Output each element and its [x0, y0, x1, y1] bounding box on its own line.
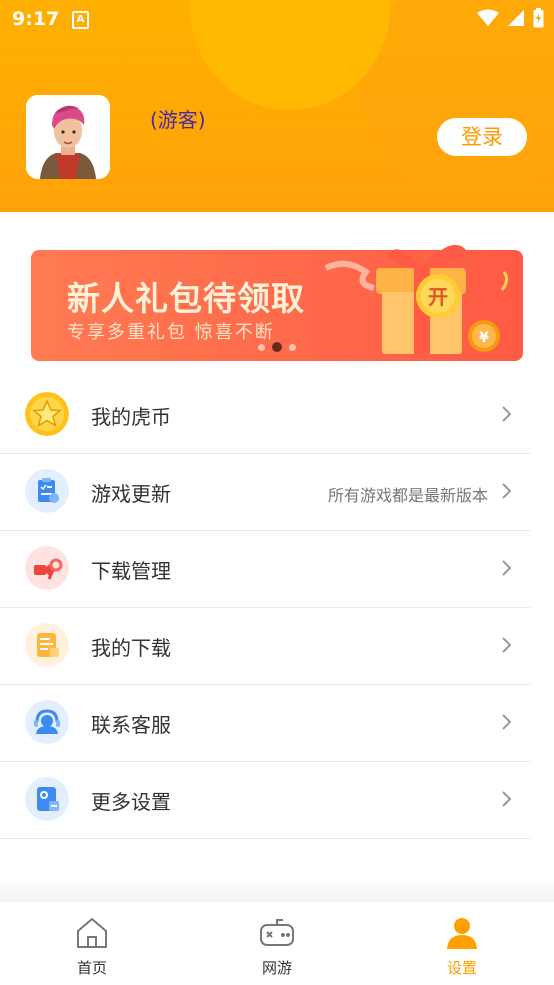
avatar[interactable]	[26, 95, 110, 179]
customer-service-icon	[25, 700, 69, 744]
chevron-right-icon	[502, 406, 512, 422]
gamepad-icon	[260, 919, 294, 946]
home-icon	[77, 918, 107, 948]
login-button[interactable]: 登录	[437, 118, 527, 156]
update-clipboard-icon	[25, 469, 69, 513]
coin-symbol: ¥	[479, 330, 489, 346]
bottom-nav: 首页 网游 设置	[0, 902, 554, 985]
nav-item-online-games[interactable]: 网游	[217, 902, 337, 985]
status-time: 9:17	[12, 8, 60, 30]
nav-label: 首页	[76, 959, 107, 977]
chevron-right-icon	[502, 637, 512, 653]
banner-subtitle: 专享多重礼包 惊喜不断	[67, 322, 275, 343]
banner-title: 新人礼包待领取	[67, 279, 305, 318]
status-bar: 9:17 A	[0, 0, 554, 40]
gift-badge-text: 开	[428, 285, 448, 309]
menu-item-more-settings[interactable]: 更多设置	[0, 762, 530, 839]
gift-box-icon: 开 ¥	[324, 244, 509, 354]
my-download-icon	[25, 623, 69, 667]
menu-item-customer-service[interactable]: 联系客服	[0, 685, 530, 762]
chevron-right-icon	[502, 714, 512, 730]
pager-dot-active[interactable]	[272, 342, 282, 352]
battery-icon	[533, 8, 544, 28]
notification-app-icon: A	[72, 11, 89, 29]
chevron-right-icon	[502, 483, 512, 499]
chevron-right-icon	[502, 791, 512, 807]
user-icon	[447, 918, 477, 949]
pager-dot[interactable]	[258, 343, 265, 351]
menu-item-download-manage[interactable]: 下载管理	[0, 531, 530, 608]
bottom-nav-shadow	[0, 878, 554, 902]
star-coin-icon	[25, 392, 69, 436]
wifi-icon	[477, 9, 499, 26]
nav-label-active: 设置	[446, 959, 477, 977]
status-icons	[477, 8, 544, 28]
chevron-right-icon	[502, 560, 512, 576]
nav-label: 网游	[261, 959, 292, 977]
settings-doc-icon	[25, 777, 69, 821]
pager-dot[interactable]	[289, 343, 296, 351]
menu-label: 游戏更新	[91, 482, 171, 506]
menu-item-tiger-coins[interactable]: 我的虎币	[0, 377, 530, 454]
download-manage-icon	[25, 546, 69, 590]
menu-item-my-downloads[interactable]: 我的下载	[0, 608, 530, 685]
banner-pager	[258, 342, 296, 352]
profile-header: 9:17 A (游客) 登录	[0, 0, 554, 212]
menu-label: 下载管理	[91, 559, 171, 583]
update-status-text: 所有游戏都是最新版本	[327, 486, 488, 505]
menu-label: 我的下载	[91, 636, 171, 660]
nav-item-settings[interactable]: 设置	[402, 902, 522, 985]
nav-item-home[interactable]: 首页	[32, 902, 152, 985]
menu-label: 更多设置	[91, 790, 171, 814]
signal-icon	[508, 10, 524, 26]
menu-item-game-update[interactable]: 游戏更新 所有游戏都是最新版本	[0, 454, 530, 531]
menu-label: 我的虎币	[91, 405, 171, 429]
username: (游客)	[150, 108, 206, 132]
menu-label: 联系客服	[91, 713, 171, 737]
